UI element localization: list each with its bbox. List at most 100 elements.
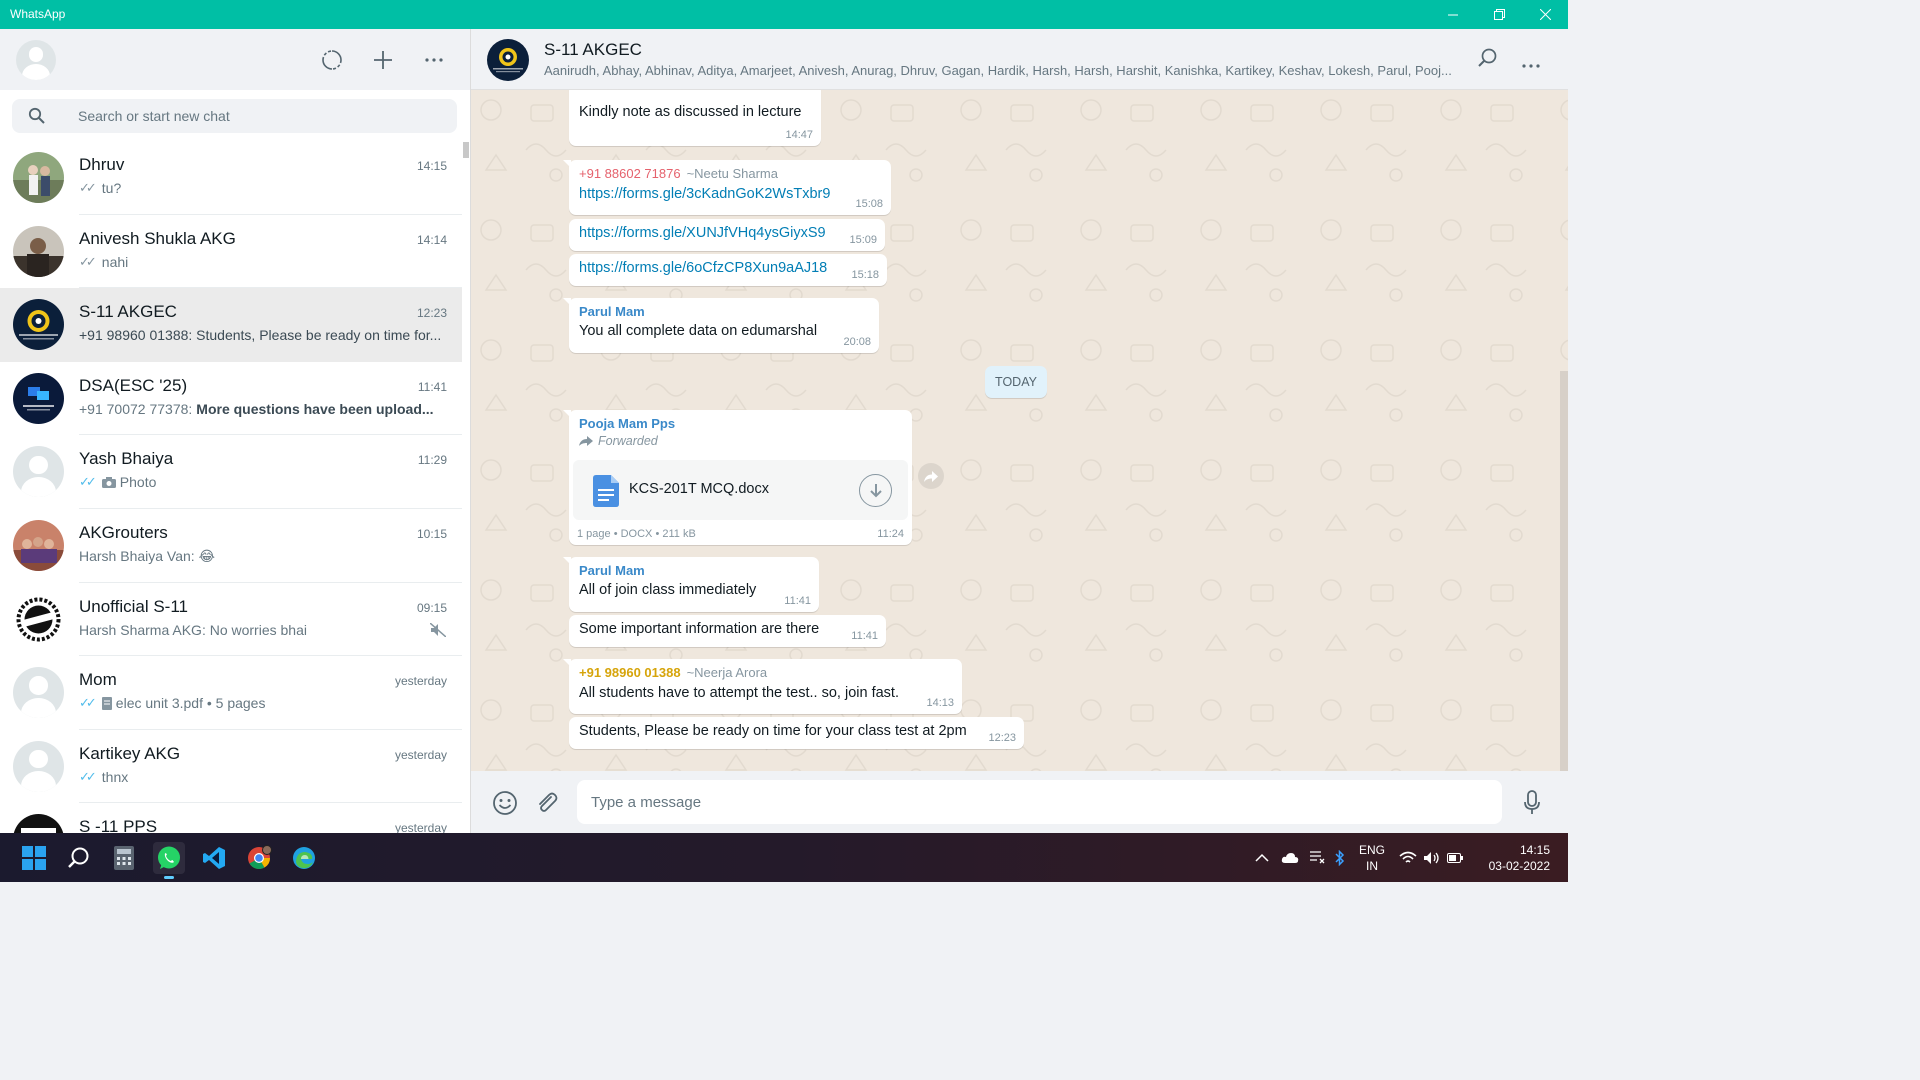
sender-name[interactable]: Pooja Mam Pps bbox=[579, 416, 902, 431]
vscode-app[interactable] bbox=[198, 842, 230, 874]
sender-name[interactable]: Parul Mam bbox=[579, 563, 809, 578]
chat-preview: ✓✓ nahi bbox=[79, 253, 129, 270]
chat-item-s11-pps[interactable]: S -11 PPS yesterday bbox=[0, 803, 462, 833]
chat-item-dsa-esc-25[interactable]: DSA(ESC '25) 11:41 +91 70072 77378: More… bbox=[0, 362, 462, 436]
message-input-box[interactable] bbox=[577, 780, 1502, 824]
network-share-icon[interactable] bbox=[1309, 850, 1325, 865]
onedrive-icon[interactable] bbox=[1281, 852, 1299, 864]
message-text: All of join class immediately bbox=[579, 582, 757, 598]
message-time: 15:08 bbox=[855, 198, 883, 210]
chat-item-unofficial-s11[interactable]: Unofficial S-11 09:15 Harsh Sharma AKG: … bbox=[0, 583, 462, 657]
document-card[interactable]: KCS-201T MCQ.docx bbox=[573, 460, 908, 520]
chat-item-akgrouters[interactable]: AKGrouters 10:15 Harsh Bhaiya Van: 😂 bbox=[0, 509, 462, 583]
sender-phone[interactable]: +91 98960 01388 bbox=[579, 665, 681, 680]
windows-icon bbox=[22, 846, 46, 870]
message-time: 14:47 bbox=[785, 129, 813, 141]
message-bubble[interactable]: Students, Please be ready on time for yo… bbox=[569, 717, 1024, 749]
whatsapp-app[interactable] bbox=[153, 842, 185, 879]
taskbar-search-button[interactable] bbox=[63, 842, 95, 874]
chat-item-anivesh-shukla[interactable]: Anivesh Shukla AKG 14:14 ✓✓ nahi bbox=[0, 215, 462, 289]
compose-bar bbox=[471, 771, 1568, 833]
search-box[interactable] bbox=[12, 99, 457, 133]
chrome-icon bbox=[248, 845, 272, 869]
docx-file-icon bbox=[593, 475, 619, 507]
chat-item-mom[interactable]: Mom yesterday ✓✓ elec unit 3.pdf • 5 page… bbox=[0, 656, 462, 730]
sender-name[interactable]: Parul Mam bbox=[579, 304, 869, 319]
message-time: 15:09 bbox=[849, 234, 877, 246]
voice-message-button[interactable] bbox=[1517, 788, 1547, 818]
download-button[interactable] bbox=[859, 474, 892, 507]
message-bubble[interactable]: +91 88602 71876 ~Neetu Sharma https://for… bbox=[563, 160, 891, 215]
avatar bbox=[13, 667, 64, 719]
vscode-icon bbox=[203, 847, 225, 869]
chat-list-scrollbar[interactable] bbox=[462, 141, 470, 833]
language-indicator[interactable]: ENG IN bbox=[1359, 842, 1385, 874]
chat-item-yash-bhaiya[interactable]: Yash Bhaiya 11:29 ✓✓ Photo bbox=[0, 435, 462, 509]
start-button[interactable] bbox=[18, 842, 50, 874]
left-header bbox=[0, 29, 470, 90]
message-bubble[interactable]: Some important information are there 11:… bbox=[569, 615, 886, 647]
message-link[interactable]: https://forms.gle/XUNJfVHq4ysGiyxS9 bbox=[579, 225, 875, 241]
title-bar: WhatsApp bbox=[0, 0, 1568, 29]
minimize-icon bbox=[1448, 14, 1458, 15]
conversation-header[interactable]: S-11 AKGEC Aanirudh, Abhay, Abhinav, Adi… bbox=[471, 29, 1568, 90]
menu-button[interactable] bbox=[420, 46, 448, 74]
chat-list-panel: Dhruv 14:15 ✓✓tu? Anivesh Shukla AKG 14:… bbox=[0, 29, 471, 833]
message-bubble[interactable]: https://forms.gle/XUNJfVHq4ysGiyxS9 15:0… bbox=[569, 219, 885, 251]
message-text: Students, Please be ready on time for yo… bbox=[579, 723, 967, 739]
message-bubble[interactable]: +91 98960 01388 ~Neerja Arora All student… bbox=[563, 659, 962, 714]
avatar bbox=[13, 225, 64, 277]
message-input[interactable] bbox=[577, 780, 1502, 824]
chevron-up-icon[interactable] bbox=[1255, 853, 1269, 863]
group-members: Aanirudh, Abhay, Abhinav, Aditya, Amarje… bbox=[544, 63, 1452, 78]
restore-icon bbox=[1493, 9, 1505, 20]
camera-icon bbox=[101, 476, 116, 488]
double-check-icon: ✓✓ bbox=[79, 180, 97, 195]
clock[interactable]: 14:15 03-02-2022 bbox=[1489, 842, 1550, 874]
message-link[interactable]: https://forms.gle/3cKadnGoK2WsTxbr9 bbox=[579, 186, 881, 202]
message-bubble[interactable]: Parul Mam All of join class immediately … bbox=[563, 557, 819, 612]
close-icon bbox=[1539, 9, 1551, 20]
search-messages-button[interactable] bbox=[1477, 47, 1503, 73]
avatar bbox=[13, 152, 64, 203]
close-button[interactable] bbox=[1522, 0, 1568, 29]
document-meta: 1 page • DOCX • 211 kB bbox=[577, 528, 696, 540]
search-input[interactable] bbox=[78, 99, 448, 133]
wifi-icon[interactable] bbox=[1399, 851, 1417, 865]
edge-app[interactable] bbox=[288, 842, 320, 874]
volume-icon[interactable] bbox=[1423, 851, 1441, 865]
message-text: All students have to attempt the test.. … bbox=[579, 685, 899, 701]
attach-button[interactable] bbox=[532, 788, 562, 818]
muted-icon bbox=[430, 622, 446, 637]
calculator-app[interactable] bbox=[108, 842, 140, 874]
message-bubble[interactable]: Parul Mam You all complete data on eduma… bbox=[563, 298, 879, 353]
new-chat-button[interactable] bbox=[369, 46, 397, 74]
profile-avatar[interactable] bbox=[16, 40, 56, 80]
bluetooth-icon[interactable] bbox=[1335, 849, 1345, 866]
restore-button[interactable] bbox=[1476, 0, 1522, 29]
conversation-menu-button[interactable] bbox=[1521, 56, 1543, 68]
message-bubble[interactable]: https://forms.gle/6oCfzCP8Xun9aAJ18 15:1… bbox=[569, 254, 887, 286]
chat-preview: Harsh Sharma AKG: No worries bhai bbox=[79, 621, 307, 638]
date-divider: TODAY bbox=[985, 366, 1047, 398]
message-scrollbar[interactable] bbox=[1560, 371, 1568, 771]
avatar bbox=[13, 299, 64, 351]
status-button[interactable] bbox=[318, 46, 346, 74]
plus-icon bbox=[374, 51, 392, 69]
minimize-button[interactable] bbox=[1430, 0, 1476, 29]
message-time: 20:08 bbox=[843, 336, 871, 348]
battery-icon[interactable] bbox=[1447, 852, 1464, 863]
sender-phone[interactable]: +91 88602 71876 bbox=[579, 166, 681, 181]
message-bubble[interactable]: Kindly note as discussed in lecture 14:4… bbox=[569, 90, 821, 146]
forwarded-label: Forwarded bbox=[579, 434, 902, 448]
chat-item-s11-akgec[interactable]: S-11 AKGEC 12:23 +91 98960 01388: Studen… bbox=[0, 288, 462, 362]
chrome-app[interactable] bbox=[243, 842, 275, 874]
message-link[interactable]: https://forms.gle/6oCfzCP8Xun9aAJ18 bbox=[579, 260, 877, 276]
group-avatar[interactable] bbox=[487, 39, 529, 81]
emoji-button[interactable] bbox=[490, 788, 520, 818]
forward-button[interactable] bbox=[918, 463, 944, 489]
emoji-icon bbox=[493, 791, 517, 815]
chat-item-dhruv[interactable]: Dhruv 14:15 ✓✓ tu? bbox=[0, 141, 462, 215]
chat-item-kartikey-akg[interactable]: Kartikey AKG yesterday ✓✓ thnx bbox=[0, 730, 462, 804]
message-bubble-document[interactable]: Pooja Mam Pps Forwarded KCS-201T MCQ.doc… bbox=[563, 410, 912, 545]
